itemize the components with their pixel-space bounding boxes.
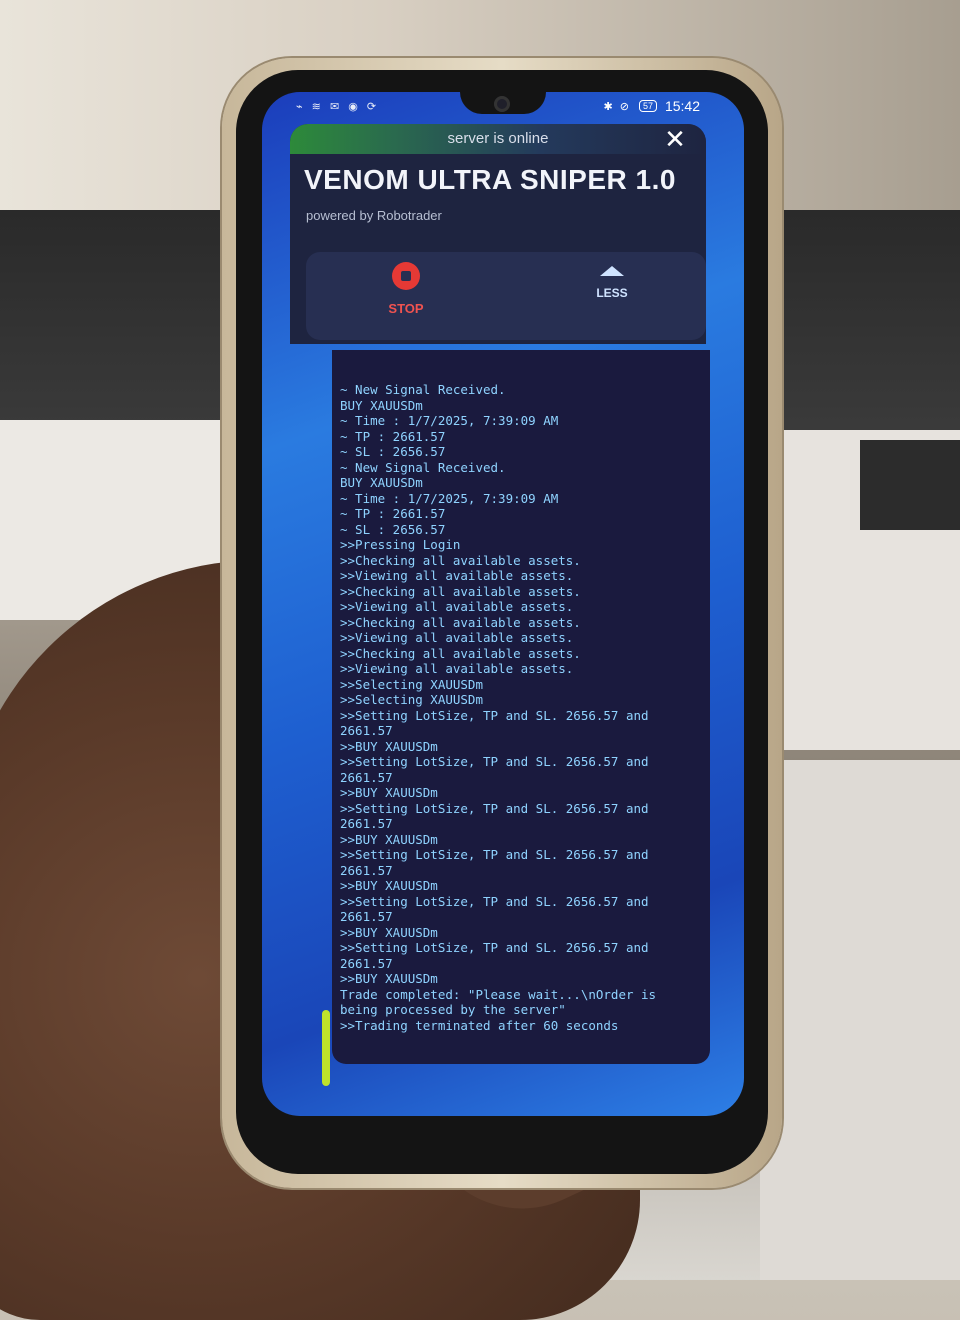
- log-line: >>Viewing all available assets.: [340, 568, 574, 583]
- side-widget: [322, 1010, 330, 1086]
- status-bar: ⌁ ≋ ✉ ◉ ⟳ ✱ ⊘ 57 15:42: [262, 92, 744, 120]
- log-line: >>Setting LotSize, TP and SL. 2656.57 an…: [340, 707, 657, 739]
- stop-icon: [392, 262, 420, 290]
- status-right: ✱ ⊘ 57 15:42: [603, 98, 700, 114]
- log-line: >>Setting LotSize, TP and SL. 2656.57 an…: [340, 800, 657, 832]
- log-line: >>Checking all available assets.: [340, 552, 581, 568]
- server-status-text: server is online: [447, 130, 549, 147]
- log-line: >>BUY XAUUSDm: [340, 738, 438, 754]
- log-line: >>Checking all available assets.: [340, 614, 581, 630]
- log-console[interactable]: ~ New Signal Received. BUY XAUUSDm ~ Time …: [332, 350, 710, 1064]
- app-subtitle: powered by Robotrader: [306, 208, 442, 223]
- log-line: ~ Time : 1/7/2025, 7:39:09 AM: [340, 413, 559, 428]
- log-line: BUY XAUUSDm: [340, 475, 423, 490]
- log-line: >>BUY XAUUSDm: [340, 971, 438, 986]
- background-tile: [860, 440, 960, 530]
- phone-screen: ⌁ ≋ ✉ ◉ ⟳ ✱ ⊘ 57 15:42 server is online …: [262, 92, 744, 1116]
- log-line: Trade completed: "Please wait...\nOrder …: [340, 986, 664, 1018]
- log-line: >>Setting LotSize, TP and SL. 2656.57 an…: [340, 754, 657, 785]
- log-line: >>Pressing Login: [340, 537, 461, 552]
- log-line: ~ New Signal Received.: [340, 459, 506, 475]
- stop-label: STOP: [388, 301, 424, 316]
- log-line: >>Selecting XAUUSDm: [340, 692, 483, 707]
- log-line: >>Setting LotSize, TP and SL. 2656.57 an…: [340, 940, 657, 971]
- log-line: >>BUY XAUUSDm: [340, 831, 438, 847]
- log-line: >>Viewing all available assets.: [340, 661, 574, 676]
- log-line: >>Setting LotSize, TP and SL. 2656.57 an…: [340, 847, 657, 878]
- battery-icon: 57: [638, 100, 657, 112]
- log-line: BUY XAUUSDm: [340, 397, 423, 413]
- log-line: >>BUY XAUUSDm: [340, 785, 438, 800]
- log-line: ~ SL : 2656.57: [340, 444, 446, 459]
- stop-button[interactable]: STOP: [376, 262, 436, 316]
- log-list: ~ New Signal Received. BUY XAUUSDm ~ Time …: [340, 382, 680, 1033]
- log-line: ~ New Signal Received.: [340, 382, 506, 397]
- log-line: ~ Time : 1/7/2025, 7:39:09 AM: [340, 490, 559, 506]
- log-line: >>Selecting XAUUSDm: [340, 676, 483, 692]
- log-line: >>Setting LotSize, TP and SL. 2656.57 an…: [340, 893, 657, 925]
- log-line: >>Checking all available assets.: [340, 645, 581, 661]
- control-bar: STOP LESS: [306, 252, 706, 340]
- log-line: ~ SL : 2656.57: [340, 521, 446, 537]
- log-line: ~ TP : 2661.57: [340, 506, 446, 521]
- log-line: >>BUY XAUUSDm: [340, 878, 438, 893]
- log-line: ~ TP : 2661.57: [340, 428, 446, 444]
- close-button[interactable]: ✕: [660, 124, 690, 154]
- app-title: VENOM ULTRA SNIPER 1.0: [304, 164, 676, 195]
- clock: 15:42: [664, 98, 700, 114]
- chevron-up-icon: [600, 266, 624, 276]
- log-line: >>BUY XAUUSDm: [340, 924, 438, 940]
- less-label: LESS: [596, 286, 628, 300]
- less-button[interactable]: LESS: [582, 266, 642, 300]
- bluetooth-mute-icons: ✱ ⊘: [603, 100, 631, 113]
- log-line: >>Trading terminated after 60 seconds: [340, 1017, 619, 1033]
- notification-icons: ⌁ ≋ ✉ ◉ ⟳: [296, 101, 380, 113]
- log-line: >>Viewing all available assets.: [340, 630, 574, 645]
- log-line: >>Viewing all available assets.: [340, 599, 574, 614]
- background-tile: [760, 760, 960, 1280]
- log-line: >>Checking all available assets.: [340, 583, 581, 599]
